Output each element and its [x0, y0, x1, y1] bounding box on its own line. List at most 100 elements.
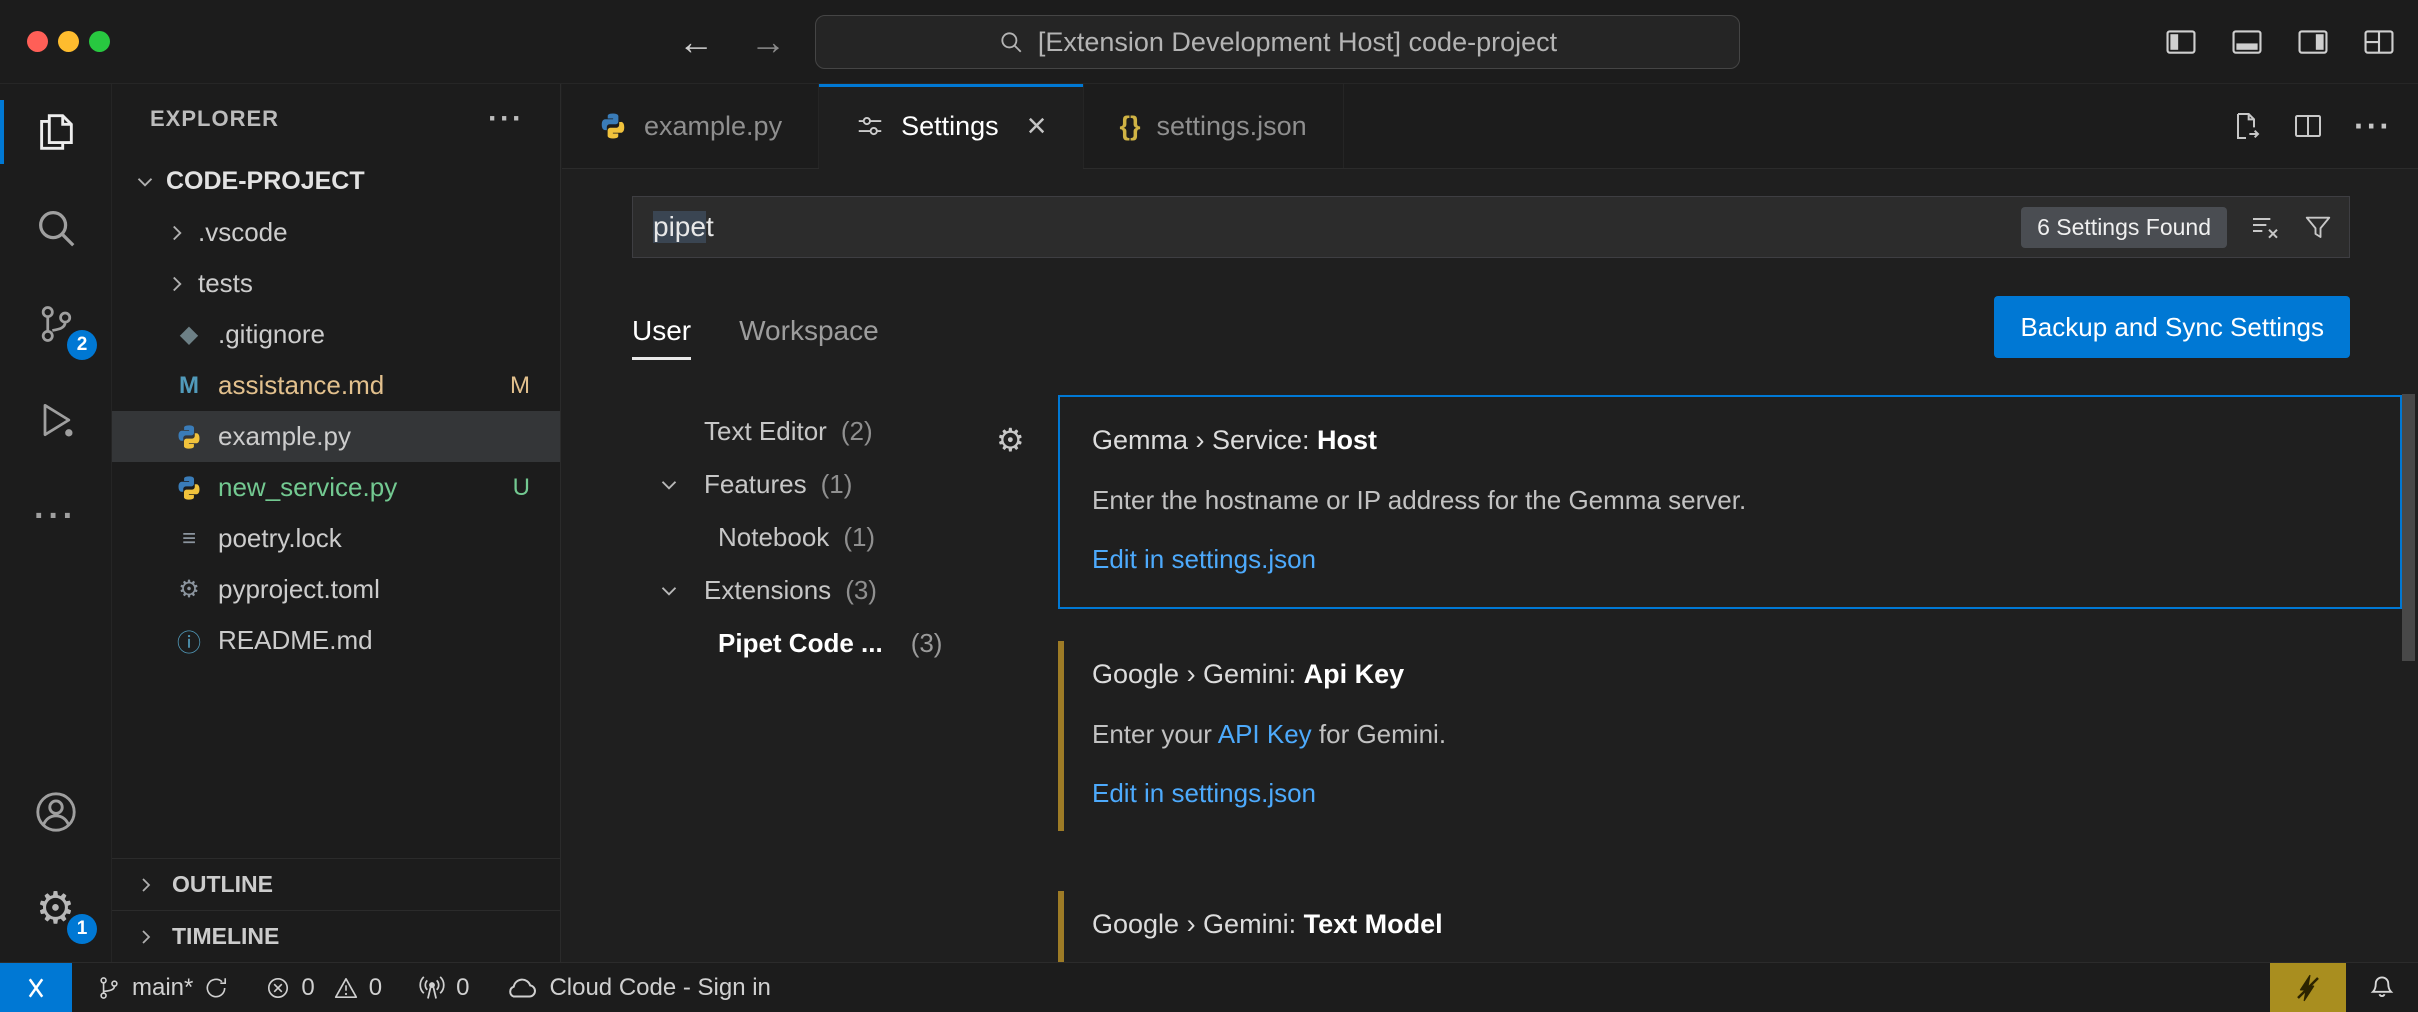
toc-item-extensions[interactable]: Extensions (3)	[612, 564, 1052, 617]
scope-tab-user[interactable]: User	[632, 298, 691, 364]
tab-label: example.py	[644, 111, 782, 142]
scope-tab-workspace[interactable]: Workspace	[739, 298, 879, 364]
broadcast-icon	[418, 974, 446, 1002]
setting-title: Google › Gemini: Api Key	[1092, 659, 2372, 690]
remote-indicator[interactable]	[0, 963, 72, 1012]
setting-edit-gear-icon[interactable]: ⚙	[996, 421, 1025, 459]
file-name: .gitignore	[218, 319, 325, 350]
modified-indicator	[1058, 891, 1064, 962]
settings-body: Text Editor (2) Features (1) Notebook (1…	[562, 395, 2418, 962]
tree-root[interactable]: CODE-PROJECT	[112, 156, 560, 207]
cloud-code-label: Cloud Code - Sign in	[549, 974, 770, 1002]
toggle-panel-icon[interactable]	[2230, 25, 2264, 59]
toc-item-features[interactable]: Features (1)	[612, 458, 1052, 511]
settings-scope-tabs: User Workspace	[632, 298, 879, 364]
scrollbar-thumb[interactable]	[2402, 394, 2415, 661]
setting-google-gemini-text-model[interactable]: Google › Gemini: Text Model	[1058, 883, 2402, 962]
zoom-window-button[interactable]	[89, 31, 110, 52]
settings-search-input[interactable]: pipet 6 Settings Found	[632, 196, 2350, 258]
sidebar-item-source-control[interactable]: 2	[0, 276, 111, 372]
explorer-more-actions-icon[interactable]: ···	[488, 102, 524, 136]
toc-item-pipet-code[interactable]: Pipet Code ... (3)	[612, 617, 1052, 670]
filter-icon[interactable]	[2303, 212, 2333, 242]
outline-section-header[interactable]: OUTLINE	[112, 858, 560, 910]
tree-item-assistance-md[interactable]: M assistance.md M	[112, 360, 560, 411]
setting-description: Enter the hostname or IP address for the…	[1092, 482, 2372, 518]
python-icon	[598, 111, 628, 141]
branch-item[interactable]: main*	[96, 974, 229, 1002]
close-window-button[interactable]	[27, 31, 48, 52]
settings-list: ⚙ Gemma › Service: Host Enter the hostna…	[1058, 395, 2402, 962]
lock-file-icon: ≡	[172, 525, 206, 553]
account-icon	[33, 789, 79, 835]
tree-item-gitignore[interactable]: ◆ .gitignore	[112, 309, 560, 360]
command-center[interactable]: [Extension Development Host] code-projec…	[815, 15, 1740, 69]
accounts-button[interactable]	[0, 764, 111, 860]
titlebar: ← → [Extension Development Host] code-pr…	[0, 0, 2418, 84]
edit-in-settings-json-link[interactable]: Edit in settings.json	[1092, 544, 2372, 575]
toc-item-notebook[interactable]: Notebook (1)	[612, 511, 1052, 564]
files-icon	[33, 109, 79, 155]
run-debug-icon	[34, 398, 78, 442]
tab-bar: example.py Settings × {} settings.json	[562, 84, 2418, 169]
sidebar-item-more-views[interactable]: ···	[0, 468, 111, 564]
problems-item[interactable]: 0 0	[265, 974, 382, 1002]
toggle-secondary-sidebar-icon[interactable]	[2296, 25, 2330, 59]
status-bar: main* 0 0	[0, 962, 2418, 1012]
tree-item-readme-md[interactable]: ⓘ README.md	[112, 615, 560, 666]
open-settings-json-icon[interactable]	[2230, 110, 2262, 142]
notifications-button[interactable]	[2346, 973, 2418, 1003]
tree-item-new-service-py[interactable]: new_service.py U	[112, 462, 560, 513]
json-braces-icon: {}	[1120, 111, 1141, 142]
more-actions-icon[interactable]: ···	[2354, 108, 2392, 145]
ports-item[interactable]: 0	[418, 974, 469, 1002]
file-name: tests	[198, 268, 253, 299]
markdown-icon: M	[172, 372, 206, 400]
back-icon[interactable]: ←	[678, 0, 714, 84]
git-file-icon: ◆	[172, 320, 206, 349]
tree-item-tests[interactable]: tests	[112, 258, 560, 309]
minimize-window-button[interactable]	[58, 31, 79, 52]
tree-item-example-py[interactable]: example.py	[112, 411, 560, 462]
editor-area: example.py Settings × {} settings.json	[562, 84, 2418, 962]
forward-icon[interactable]: →	[750, 0, 786, 84]
edit-in-settings-json-link[interactable]: Edit in settings.json	[1092, 778, 2372, 809]
clear-filters-icon[interactable]	[2249, 211, 2281, 243]
tab-example-py[interactable]: example.py	[562, 84, 819, 168]
cloud-code-item[interactable]: Cloud Code - Sign in	[505, 974, 770, 1002]
customize-layout-icon[interactable]	[2362, 25, 2396, 59]
setting-category: Google › Gemini:	[1092, 659, 1304, 689]
backup-sync-button[interactable]: Backup and Sync Settings	[1994, 296, 2350, 358]
toc-item-text-editor[interactable]: Text Editor (2)	[612, 405, 1052, 458]
chevron-right-icon	[134, 925, 158, 949]
tab-settings-json[interactable]: {} settings.json	[1084, 84, 1344, 168]
sidebar-item-search[interactable]	[0, 180, 111, 276]
setting-google-gemini-api-key[interactable]: Google › Gemini: Api Key Enter your API …	[1058, 633, 2402, 839]
layout-controls	[2164, 0, 2396, 84]
file-tree: CODE-PROJECT .vscode tests ◆ .gitignore …	[112, 156, 560, 666]
explorer-sidebar: EXPLORER ··· CODE-PROJECT .vscode test	[112, 84, 561, 962]
tree-item-pyproject-toml[interactable]: ⚙ pyproject.toml	[112, 564, 560, 615]
sidebar-item-explorer[interactable]	[0, 84, 111, 180]
sidebar-item-run-debug[interactable]	[0, 372, 111, 468]
search-icon	[33, 205, 79, 251]
tree-item-poetry-lock[interactable]: ≡ poetry.lock	[112, 513, 560, 564]
close-icon[interactable]: ×	[1027, 109, 1047, 143]
toggle-sidebar-icon[interactable]	[2164, 25, 2198, 59]
manage-button[interactable]: ⚙ 1	[0, 860, 111, 956]
editor-actions: ···	[2230, 84, 2418, 168]
description-text: Enter your	[1092, 719, 1218, 749]
split-editor-icon[interactable]	[2292, 110, 2324, 142]
setting-title: Google › Gemini: Text Model	[1092, 909, 2372, 940]
chevron-down-icon	[132, 169, 158, 195]
tree-item-vscode[interactable]: .vscode	[112, 207, 560, 258]
extension-host-alert[interactable]	[2270, 963, 2346, 1012]
setting-key: Host	[1317, 425, 1377, 455]
setting-gemma-service-host[interactable]: ⚙ Gemma › Service: Host Enter the hostna…	[1058, 395, 2402, 609]
tab-settings[interactable]: Settings ×	[819, 84, 1083, 168]
api-key-link[interactable]: API Key	[1218, 719, 1312, 749]
timeline-section-header[interactable]: TIMELINE	[112, 910, 560, 962]
sync-icon[interactable]	[203, 975, 229, 1001]
branch-name: main*	[132, 974, 193, 1002]
status-bar-left: main* 0 0	[72, 974, 771, 1002]
